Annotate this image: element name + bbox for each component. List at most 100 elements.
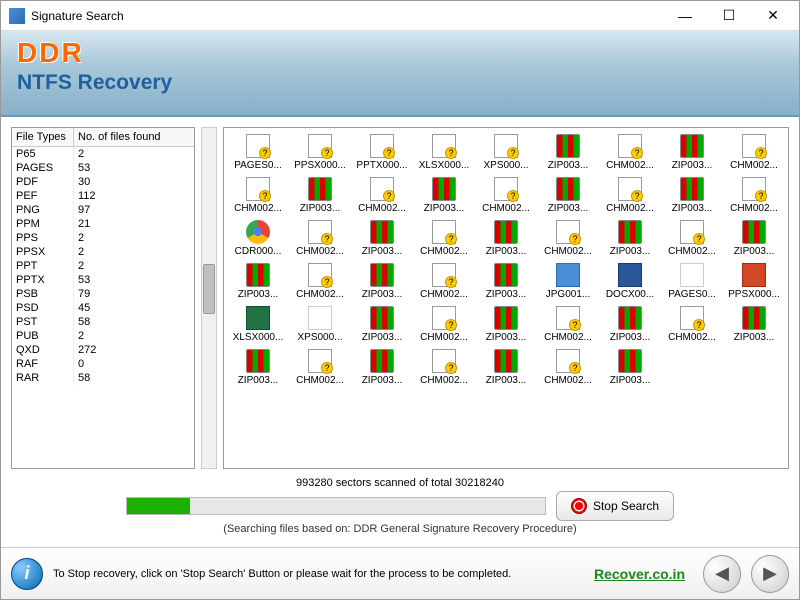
file-item[interactable]: CHM002... (600, 175, 660, 216)
file-item[interactable]: CHM002... (538, 347, 598, 388)
file-label: CHM002... (668, 332, 716, 343)
file-item[interactable]: DOCX00... (600, 261, 660, 302)
zip-icon (246, 263, 270, 287)
zip-icon (370, 220, 394, 244)
doc-icon (680, 306, 704, 330)
file-item[interactable]: CHM002... (290, 347, 350, 388)
file-item[interactable]: ZIP003... (476, 261, 536, 302)
table-row[interactable]: PPM21 (12, 217, 194, 231)
file-item[interactable]: CHM002... (724, 175, 784, 216)
doc-icon (308, 134, 332, 158)
file-results-pane[interactable]: PAGES0...PPSX000...PPTX000...XLSX000...X… (223, 127, 789, 469)
maximize-button[interactable]: ☐ (711, 4, 747, 28)
cell-type: RAR (12, 371, 74, 385)
doc-icon (494, 134, 518, 158)
col-count[interactable]: No. of files found (74, 128, 194, 146)
stop-search-button[interactable]: Stop Search (556, 491, 674, 521)
file-item[interactable]: ZIP003... (662, 175, 722, 216)
table-row[interactable]: PDF30 (12, 175, 194, 189)
table-row[interactable]: PUB2 (12, 329, 194, 343)
file-item[interactable]: CHM002... (290, 261, 350, 302)
blank-icon (308, 306, 332, 330)
minimize-button[interactable]: — (667, 4, 703, 28)
file-item[interactable]: CHM002... (724, 132, 784, 173)
file-item[interactable]: PAGES0... (662, 261, 722, 302)
file-item[interactable]: CHM002... (414, 218, 474, 259)
left-scrollbar[interactable] (201, 127, 217, 469)
table-row[interactable]: PPSX2 (12, 245, 194, 259)
progress-status: 993280 sectors scanned of total 30218240 (21, 477, 779, 489)
file-item[interactable]: CHM002... (228, 175, 288, 216)
file-item[interactable]: ZIP003... (600, 218, 660, 259)
table-row[interactable]: PAGES53 (12, 161, 194, 175)
file-item[interactable]: XLSX000... (228, 304, 288, 345)
file-label: ZIP003... (238, 289, 279, 300)
file-item[interactable]: CHM002... (538, 218, 598, 259)
file-item[interactable]: ZIP003... (476, 347, 536, 388)
file-item[interactable]: CHM002... (414, 347, 474, 388)
file-item[interactable]: ZIP003... (476, 304, 536, 345)
file-item[interactable]: ZIP003... (290, 175, 350, 216)
file-item[interactable]: ZIP003... (538, 132, 598, 173)
file-item[interactable]: CDR000... (228, 218, 288, 259)
table-row[interactable]: RAR58 (12, 371, 194, 385)
file-item[interactable]: ZIP003... (352, 347, 412, 388)
file-item[interactable]: XLSX000... (414, 132, 474, 173)
file-item[interactable]: ZIP003... (228, 261, 288, 302)
file-label: CHM002... (668, 246, 716, 257)
zip-icon (370, 263, 394, 287)
file-item[interactable]: ZIP003... (724, 218, 784, 259)
col-filetypes[interactable]: File Types (12, 128, 74, 146)
table-row[interactable]: PEF112 (12, 189, 194, 203)
file-item[interactable]: ZIP003... (662, 132, 722, 173)
file-item[interactable]: ZIP003... (538, 175, 598, 216)
file-item[interactable]: ZIP003... (724, 304, 784, 345)
table-row[interactable]: PPT2 (12, 259, 194, 273)
file-item[interactable]: CHM002... (476, 175, 536, 216)
file-item[interactable]: CHM002... (600, 132, 660, 173)
table-row[interactable]: PSD45 (12, 301, 194, 315)
cell-type: QXD (12, 343, 74, 357)
file-item[interactable]: CHM002... (414, 261, 474, 302)
table-row[interactable]: PSB79 (12, 287, 194, 301)
forward-button[interactable]: ▶ (751, 555, 789, 593)
file-item[interactable]: CHM002... (290, 218, 350, 259)
table-row[interactable]: RAF0 (12, 357, 194, 371)
file-item[interactable]: PPSX000... (724, 261, 784, 302)
file-item[interactable]: ZIP003... (352, 304, 412, 345)
table-row[interactable]: P652 (12, 147, 194, 161)
stop-icon (571, 498, 587, 514)
scrollbar-thumb[interactable] (203, 264, 215, 314)
file-item[interactable]: CHM002... (352, 175, 412, 216)
file-item[interactable]: JPG001... (538, 261, 598, 302)
file-item[interactable]: CHM002... (414, 304, 474, 345)
table-body[interactable]: P652PAGES53PDF30PEF112PNG97PPM21PPS2PPSX… (12, 147, 194, 468)
file-item[interactable]: ZIP003... (600, 347, 660, 388)
table-row[interactable]: PST58 (12, 315, 194, 329)
file-item[interactable]: CHM002... (662, 218, 722, 259)
cell-count: 53 (74, 161, 194, 175)
table-row[interactable]: PPTX53 (12, 273, 194, 287)
table-row[interactable]: PNG97 (12, 203, 194, 217)
file-item[interactable]: ZIP003... (414, 175, 474, 216)
file-item[interactable]: ZIP003... (352, 218, 412, 259)
close-button[interactable]: ✕ (755, 4, 791, 28)
file-types-table: File Types No. of files found P652PAGES5… (11, 127, 195, 469)
file-item[interactable]: ZIP003... (600, 304, 660, 345)
file-item[interactable]: CHM002... (662, 304, 722, 345)
file-item[interactable]: XPS000... (476, 132, 536, 173)
file-item[interactable]: PPTX000... (352, 132, 412, 173)
table-row[interactable]: PPS2 (12, 231, 194, 245)
file-label: CHM002... (420, 332, 468, 343)
file-item[interactable]: PAGES0... (228, 132, 288, 173)
file-item[interactable]: ZIP003... (352, 261, 412, 302)
file-item[interactable]: XPS000... (290, 304, 350, 345)
file-item[interactable]: ZIP003... (228, 347, 288, 388)
table-row[interactable]: QXD272 (12, 343, 194, 357)
recover-link[interactable]: Recover.co.in (594, 566, 685, 582)
file-item[interactable]: CHM002... (538, 304, 598, 345)
cell-type: PPS (12, 231, 74, 245)
file-item[interactable]: ZIP003... (476, 218, 536, 259)
file-item[interactable]: PPSX000... (290, 132, 350, 173)
back-button[interactable]: ◀ (703, 555, 741, 593)
